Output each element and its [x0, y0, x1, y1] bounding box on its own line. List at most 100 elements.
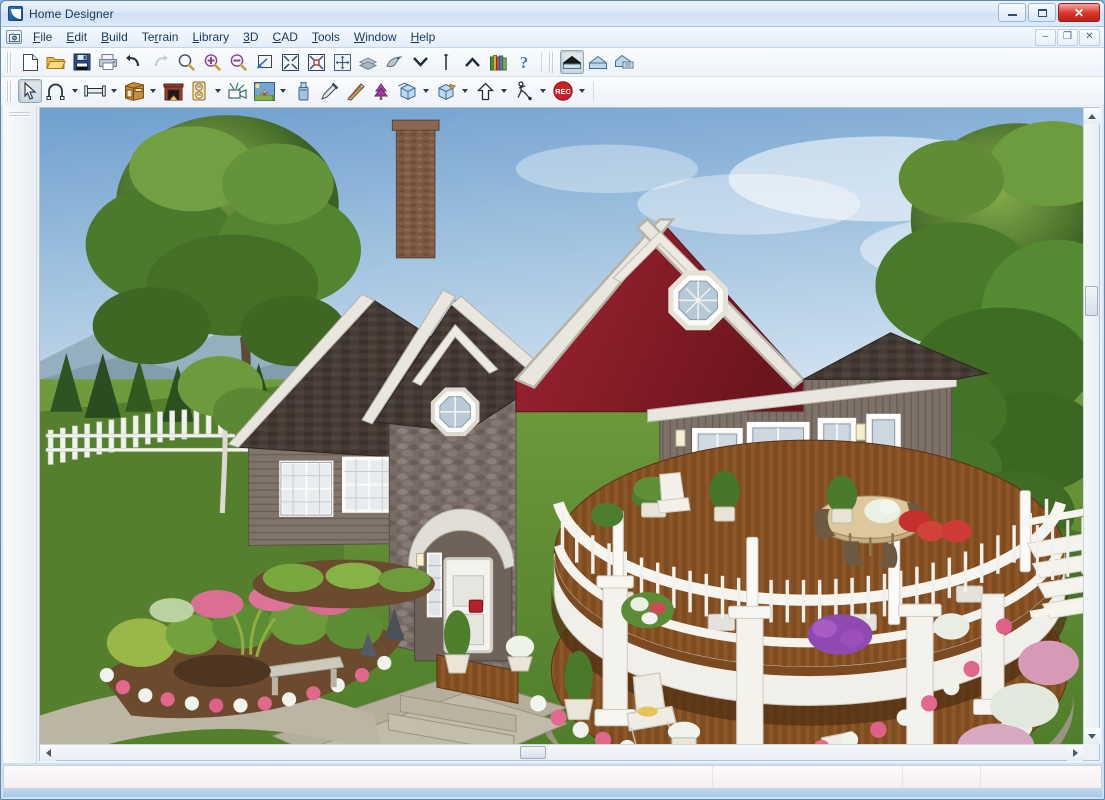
vertical-scrollbar[interactable] — [1083, 108, 1100, 744]
maximize-button[interactable] — [1028, 3, 1056, 22]
3d-symbol-dropdown[interactable] — [459, 79, 470, 103]
left-toolbar-rail — [3, 105, 37, 763]
menu-terrain[interactable]: Terrain — [135, 28, 186, 46]
chevron-left-icon — [45, 749, 51, 757]
camera-view-canvas[interactable] — [40, 108, 1083, 744]
down-one-floor-icon[interactable] — [408, 50, 432, 74]
up-one-floor-icon[interactable] — [460, 50, 484, 74]
terrain-tool-dropdown[interactable] — [277, 79, 288, 103]
scroll-up-button[interactable] — [1084, 108, 1100, 124]
new-plan-icon[interactable] — [18, 50, 42, 74]
eyedropper-icon[interactable] — [317, 79, 341, 103]
pan-icon[interactable] — [330, 50, 354, 74]
standard-toolbar: ? — [1, 48, 1104, 77]
tools-toolbar-grip[interactable] — [6, 80, 13, 102]
help-icon[interactable]: ? — [512, 50, 536, 74]
menu-edit[interactable]: Edit — [59, 28, 94, 46]
menu-library[interactable]: Library — [185, 28, 236, 46]
vertical-scroll-thumb[interactable] — [1085, 286, 1098, 316]
plan-document-window — [39, 107, 1100, 761]
birds-eye-view-icon[interactable] — [382, 50, 406, 74]
fireplace-icon[interactable] — [161, 79, 185, 103]
fill-window-building-icon[interactable] — [304, 50, 328, 74]
home-designer-logo-icon — [8, 6, 23, 21]
status-message-cell — [4, 766, 713, 788]
fill-window-icon[interactable] — [278, 50, 302, 74]
menu-help[interactable]: Help — [404, 28, 443, 46]
minimize-icon — [1007, 14, 1017, 16]
left-rail-grip[interactable] — [9, 111, 30, 118]
toolbar-grip[interactable] — [6, 51, 13, 73]
3d-perspective-camera-view[interactable] — [40, 108, 1083, 744]
glass-house-view-icon[interactable] — [586, 50, 610, 74]
menu-3d[interactable]: 3D — [236, 28, 265, 46]
window-controls: ✕ — [998, 3, 1100, 22]
redo-icon — [148, 50, 172, 74]
scroll-right-button[interactable] — [1067, 745, 1083, 761]
floor-reference-icon[interactable] — [434, 50, 458, 74]
print-icon[interactable] — [96, 50, 120, 74]
save-icon[interactable] — [70, 50, 94, 74]
window-footer — [3, 789, 1102, 797]
menu-build[interactable]: Build — [94, 28, 135, 46]
reference-display-icon[interactable] — [356, 50, 380, 74]
material-painter-icon[interactable] — [343, 79, 367, 103]
open-plan-icon[interactable] — [44, 50, 68, 74]
up-arrow-dropdown[interactable] — [498, 79, 509, 103]
water-feature-icon[interactable] — [291, 79, 315, 103]
cabinet-tool-icon[interactable] — [122, 79, 146, 103]
scroll-left-button[interactable] — [40, 745, 56, 761]
full-camera-view-icon[interactable] — [560, 50, 584, 74]
tools-toolbar-separator — [593, 81, 594, 101]
menu-tools[interactable]: Tools — [305, 28, 347, 46]
close-button[interactable]: ✕ — [1058, 3, 1100, 22]
walkthrough-dropdown[interactable] — [537, 79, 548, 103]
record-icon[interactable]: REC — [551, 79, 575, 103]
walkthrough-icon[interactable] — [512, 79, 536, 103]
menu-cad[interactable]: CAD — [266, 28, 305, 46]
horizontal-scroll-thumb[interactable] — [520, 746, 546, 759]
up-arrow-icon[interactable] — [473, 79, 497, 103]
scroll-down-button[interactable] — [1084, 728, 1100, 744]
chevron-right-icon — [1072, 749, 1078, 757]
menu-bar: File Edit Build Terrain Library 3D CAD T… — [1, 27, 1104, 48]
document-system-menu-icon[interactable] — [6, 30, 22, 44]
cabinet-tool-dropdown[interactable] — [147, 79, 158, 103]
mdi-restore-button[interactable]: ❐ — [1057, 28, 1078, 46]
mdi-close-button[interactable]: ✕ — [1079, 28, 1100, 46]
horizontal-scrollbar[interactable] — [40, 744, 1083, 761]
arc-tool-icon[interactable] — [44, 79, 68, 103]
minimize-button[interactable] — [998, 3, 1026, 22]
undo-icon[interactable] — [122, 50, 146, 74]
plant-tool-icon[interactable] — [369, 79, 393, 103]
library-browser-icon[interactable] — [486, 50, 510, 74]
electrical-tool-dropdown[interactable] — [212, 79, 223, 103]
framing-overview-icon[interactable] — [612, 50, 636, 74]
camera-tool-icon[interactable] — [226, 79, 250, 103]
select-objects-icon[interactable] — [18, 79, 42, 103]
svg-text:REC: REC — [555, 87, 571, 96]
zoom-icon[interactable] — [174, 50, 198, 74]
menu-window[interactable]: Window — [347, 28, 404, 46]
design-tools-toolbar: REC — [1, 77, 1104, 106]
zoom-out-icon[interactable] — [226, 50, 250, 74]
status-bar — [3, 765, 1102, 789]
mdi-window-controls: – ❐ ✕ — [1035, 28, 1100, 46]
wall-tool-icon[interactable] — [83, 79, 107, 103]
svg-text:?: ? — [520, 53, 529, 71]
3d-solid-dropdown[interactable] — [420, 79, 431, 103]
status-extra-cell — [981, 766, 1101, 788]
wall-tool-dropdown[interactable] — [108, 79, 119, 103]
3d-solid-icon[interactable] — [395, 79, 419, 103]
terrain-tool-icon[interactable] — [252, 79, 276, 103]
status-coordinates-cell — [713, 766, 903, 788]
menu-file[interactable]: File — [26, 28, 59, 46]
mdi-minimize-button[interactable]: – — [1035, 28, 1056, 46]
record-dropdown[interactable] — [576, 79, 587, 103]
toolbar-grip-2[interactable] — [548, 51, 555, 73]
zoom-in-icon[interactable] — [200, 50, 224, 74]
arc-tool-dropdown[interactable] — [69, 79, 80, 103]
zoom-window-icon[interactable] — [252, 50, 276, 74]
3d-symbol-icon[interactable] — [434, 79, 458, 103]
electrical-outlet-icon[interactable] — [187, 79, 211, 103]
